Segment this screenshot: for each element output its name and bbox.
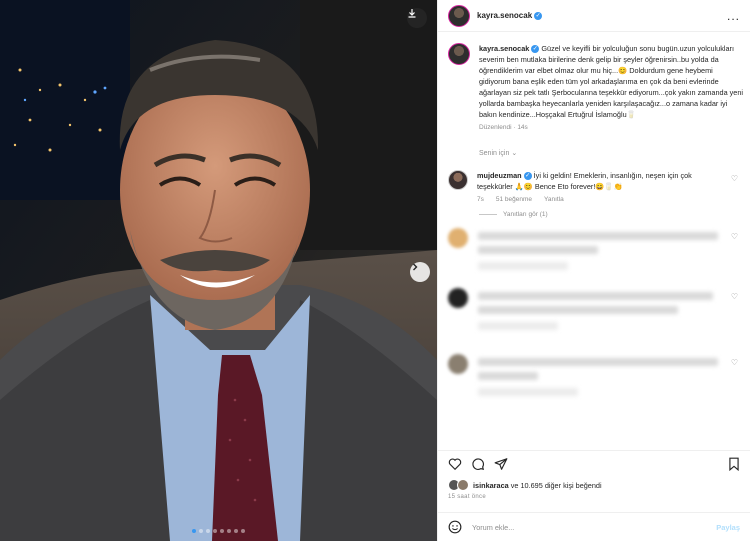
post-actions (438, 450, 750, 476)
comment-likes[interactable]: 51 beğenme (496, 196, 532, 203)
like-comment-icon[interactable]: ♡ (731, 292, 738, 301)
heart-icon[interactable] (448, 457, 462, 471)
blurred-text (478, 388, 578, 396)
blurred-text (478, 306, 678, 314)
post-time: 15 saat önce (448, 494, 486, 500)
caption-avatar[interactable] (448, 43, 470, 65)
download-icon (408, 9, 416, 18)
caption-meta: Düzenlendi · 14s (479, 124, 528, 131)
comment-input[interactable] (472, 522, 717, 532)
comment-text: mujdeuzman ✓ İyi ki geldin! Emeklerin, in… (477, 170, 727, 192)
caption-body: Güzel ve keyifli bir yolculuğun sonu bug… (479, 44, 744, 119)
post-photo[interactable] (0, 0, 437, 541)
blurred-text (478, 358, 718, 366)
carousel-dot (192, 529, 196, 533)
portrait-image (0, 0, 437, 541)
share-icon[interactable] (494, 457, 508, 471)
liker-username[interactable]: isinkaraca (473, 481, 509, 490)
post-comment-button[interactable]: Paylaş (716, 523, 740, 532)
carousel-dot (213, 529, 217, 533)
download-button[interactable] (407, 8, 427, 28)
emoji-icon[interactable] (448, 520, 462, 534)
next-slide-button[interactable] (410, 262, 430, 282)
instagram-post: kayra.senocak ✓ ... kayra.senocak ✓ Güzel… (0, 0, 750, 541)
like-comment-icon[interactable]: ♡ (731, 174, 738, 183)
bookmark-icon[interactable] (728, 457, 740, 471)
carousel-dot (234, 529, 238, 533)
author-username[interactable]: kayra.senocak (477, 11, 532, 20)
blurred-avatar (448, 354, 468, 374)
verified-badge-icon: ✓ (534, 11, 543, 20)
author-avatar[interactable] (448, 4, 470, 27)
blurred-text (478, 372, 538, 380)
reply-button[interactable]: Yanıtla (544, 196, 564, 203)
likes-count[interactable]: ve 10.695 diğer kişi beğendi (511, 481, 602, 490)
blurred-avatar (448, 288, 468, 308)
carousel-dots (0, 529, 437, 533)
comments-area[interactable]: kayra.senocak ✓ Güzel ve keyifli bir yolc… (438, 33, 750, 449)
blurred-avatar (448, 228, 468, 248)
carousel-dot (227, 529, 231, 533)
add-comment-bar: Paylaş (438, 512, 750, 541)
blurred-text (478, 246, 598, 254)
commenter-username[interactable]: mujdeuzman (477, 171, 522, 180)
blurred-comment: ♡ (448, 228, 740, 280)
like-comment-icon[interactable]: ♡ (731, 358, 738, 367)
for-you-label: Senin için (479, 150, 510, 157)
for-you-filter[interactable]: Senin için ⌄ (479, 149, 740, 157)
chevron-right-icon (413, 263, 418, 271)
likes-summary[interactable]: isinkaraca ve 10.695 diğer kişi beğendi (448, 479, 602, 491)
caption-username[interactable]: kayra.senocak (479, 44, 529, 53)
blurred-text (478, 262, 568, 270)
blurred-comment: ♡ (448, 354, 740, 406)
carousel-dot (241, 529, 245, 533)
carousel-dot (199, 529, 203, 533)
comment-icon[interactable] (471, 457, 485, 471)
blurred-text (478, 322, 558, 330)
view-replies-button[interactable]: Yanıtları gör (1) (479, 211, 740, 218)
carousel-dot (220, 529, 224, 533)
blurred-text (478, 232, 718, 240)
edited-label: Düzenlendi (479, 124, 512, 131)
more-options-icon[interactable]: ... (727, 9, 740, 23)
commenter-avatar[interactable] (448, 170, 468, 190)
carousel-dot (206, 529, 210, 533)
caption-text: kayra.senocak ✓ Güzel ve keyifli bir yolc… (479, 43, 744, 120)
comment-time: 7s (477, 196, 484, 203)
comment-meta: 7s 51 beğenme Yanıtla (477, 196, 727, 203)
comment-item: mujdeuzman ✓ İyi ki geldin! Emeklerin, in… (448, 170, 740, 203)
post-header: kayra.senocak ✓ ... (438, 0, 750, 32)
liker-avatar (457, 479, 469, 491)
post-caption: kayra.senocak ✓ Güzel ve keyifli bir yolc… (448, 43, 743, 131)
verified-badge-icon: ✓ (531, 45, 540, 54)
like-comment-icon[interactable]: ♡ (731, 232, 738, 241)
blurred-comment: ♡ (448, 288, 740, 340)
chevron-down-icon: ⌄ (511, 150, 518, 157)
post-side-panel: kayra.senocak ✓ ... kayra.senocak ✓ Güzel… (437, 0, 750, 541)
verified-badge-icon: ✓ (523, 172, 532, 181)
blurred-text (478, 292, 713, 300)
edited-time: 14s (517, 124, 528, 131)
